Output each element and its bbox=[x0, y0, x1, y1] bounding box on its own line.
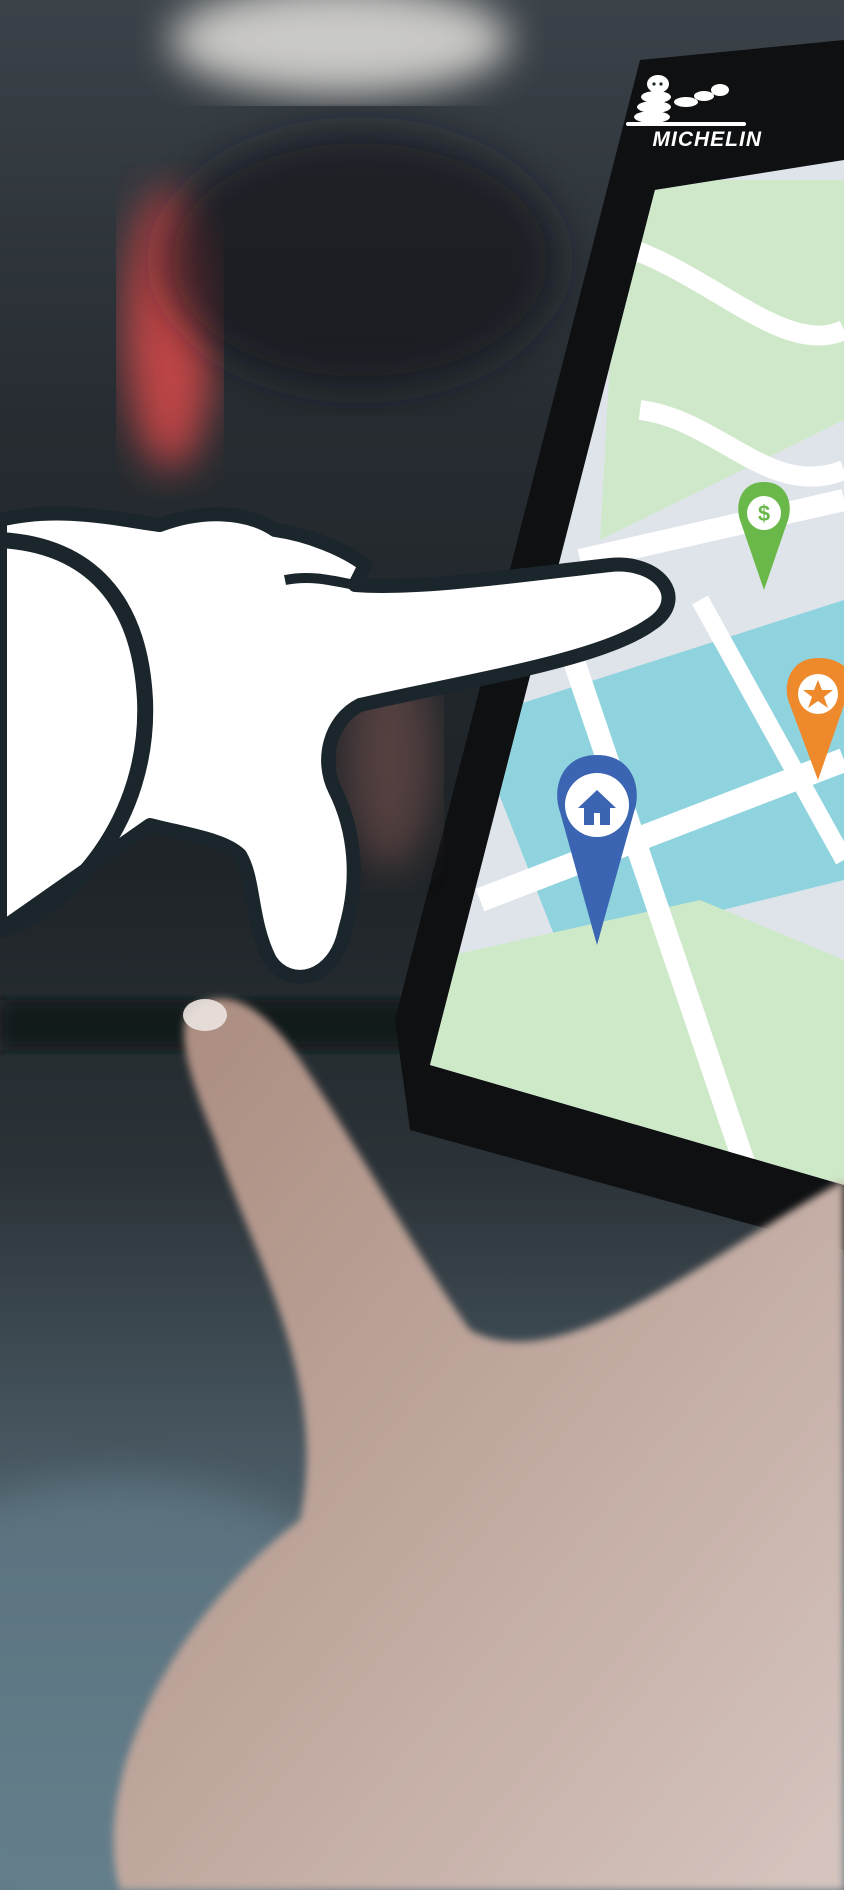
background-scene: $ bbox=[0, 0, 844, 1890]
brand-wordmark: MICHELIN bbox=[652, 128, 762, 151]
svg-text:$: $ bbox=[758, 501, 770, 526]
banner: $ MICHELIN bbox=[0, 0, 844, 1890]
fingernail bbox=[183, 999, 227, 1031]
dash-shadow bbox=[160, 130, 560, 390]
ceiling-light bbox=[170, 0, 510, 95]
